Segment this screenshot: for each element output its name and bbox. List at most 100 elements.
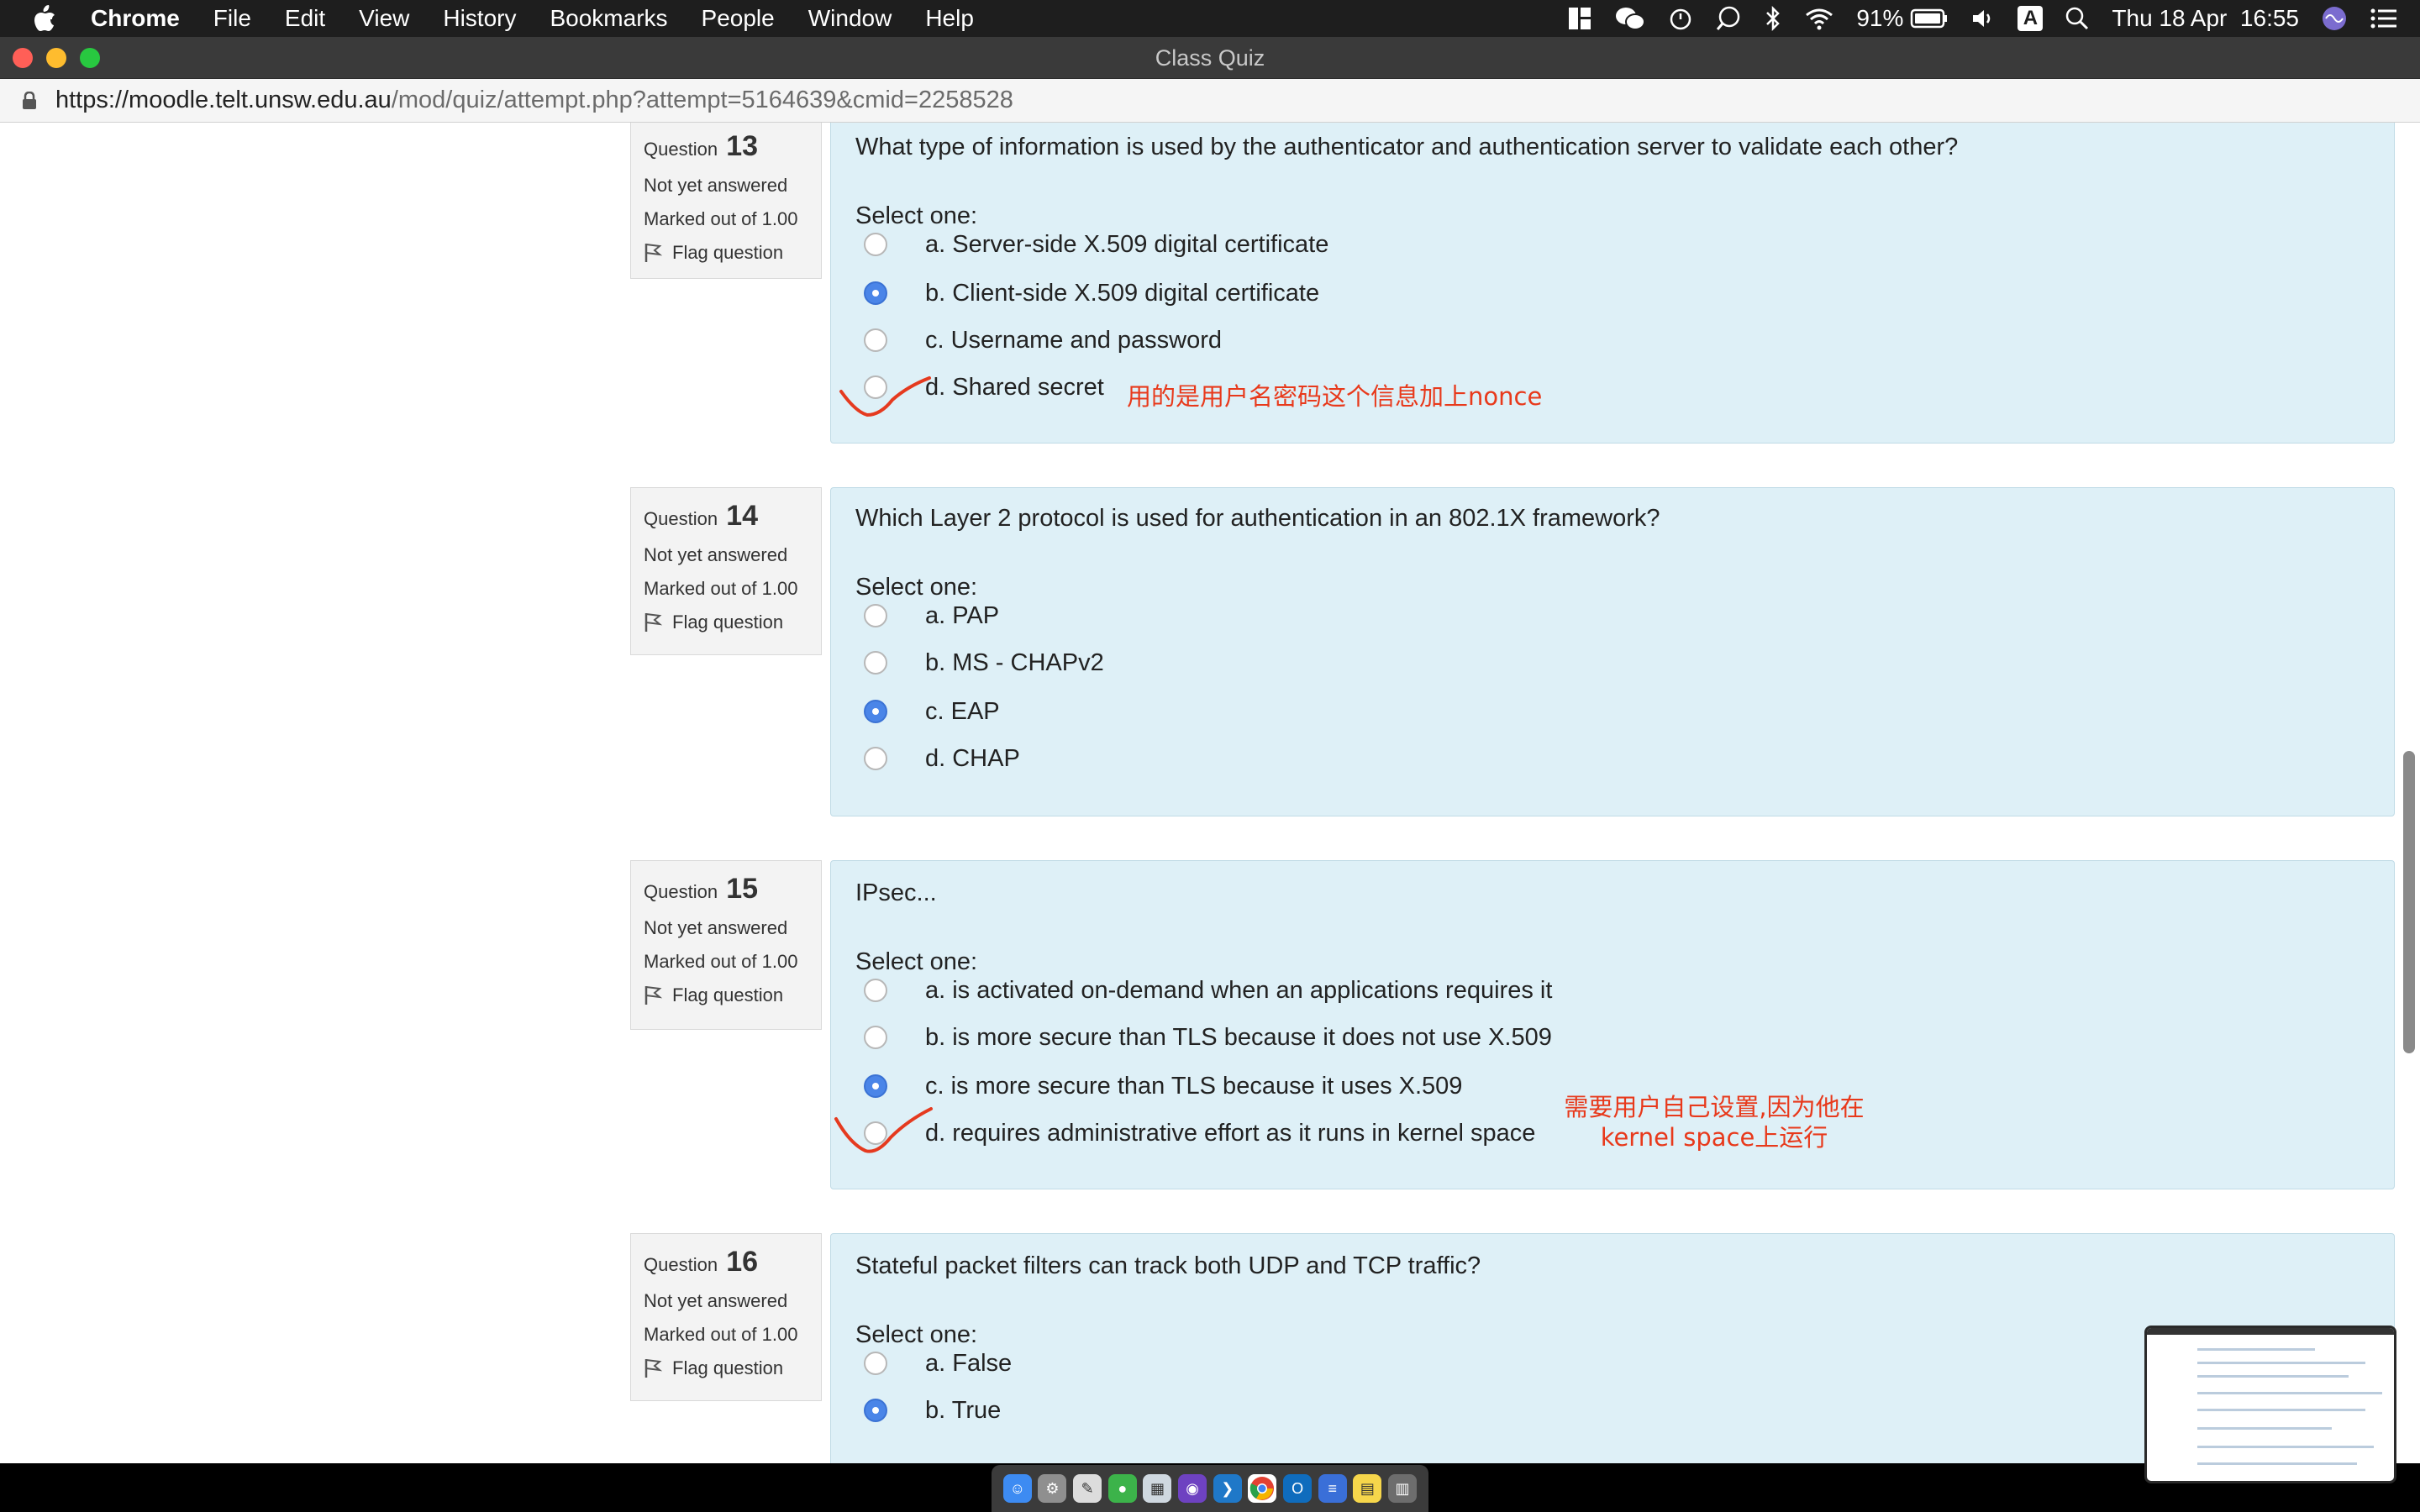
address-bar[interactable]: https://moodle.telt.unsw.edu.au/mod/quiz… — [0, 79, 2420, 123]
answer-option[interactable]: a. is activated on-demand when an applic… — [831, 967, 2396, 1014]
page-scrollbar-thumb[interactable] — [2403, 751, 2415, 1053]
radio-button-selected[interactable] — [864, 281, 887, 305]
menu-history[interactable]: History — [443, 5, 516, 32]
window-title-bar: Class Quiz — [0, 37, 2420, 79]
radio-button[interactable] — [864, 604, 887, 627]
menu-window[interactable]: Window — [808, 5, 892, 32]
spotlight-search-icon[interactable] — [2065, 6, 2090, 31]
annotation-note: 用的是用户名密码这个信息加上nonce — [1127, 382, 1543, 411]
vscode-dock-icon[interactable]: ❯ — [1213, 1474, 1242, 1503]
question-number: Question 13 — [644, 130, 759, 162]
answer-option[interactable]: b. is more secure than TLS because it do… — [831, 1014, 2396, 1061]
flag-icon — [644, 613, 662, 632]
answer-option[interactable]: d. Shared secret — [831, 364, 2396, 411]
flag-question-link[interactable]: Flag question — [644, 984, 808, 1006]
window-close-button[interactable] — [13, 48, 33, 68]
outlook-dock-icon[interactable]: O — [1283, 1474, 1313, 1503]
question-state: Not yet answered — [644, 544, 788, 565]
question-state: Not yet answered — [644, 175, 788, 196]
answer-option[interactable]: b. Client-side X.509 digital certificate — [831, 270, 2396, 317]
notification-center-icon[interactable] — [2370, 8, 2398, 29]
apple-menu-icon[interactable] — [32, 4, 66, 33]
radio-button-selected[interactable] — [864, 700, 887, 723]
radio-button[interactable] — [864, 747, 887, 770]
layout-app-icon[interactable] — [1567, 6, 1592, 31]
window-title: Class Quiz — [1155, 45, 1265, 71]
stickies-dock-icon[interactable]: ▤ — [1353, 1474, 1382, 1503]
radio-button[interactable] — [864, 1352, 887, 1375]
battery-icon[interactable] — [1910, 8, 1949, 29]
bluetooth-icon[interactable] — [1764, 5, 1782, 32]
github-dock-icon[interactable]: ◉ — [1178, 1474, 1207, 1503]
macos-dock: ☺ ⚙ ✎ ● ▦ ◉ ❯ O ≡ ▤ ▥ — [992, 1465, 1428, 1512]
menu-help[interactable]: Help — [925, 5, 974, 32]
menu-people[interactable]: People — [702, 5, 775, 32]
radio-button[interactable] — [864, 651, 887, 675]
question-text: Stateful packet filters can track both U… — [855, 1252, 1481, 1279]
window-minimize-button[interactable] — [46, 48, 66, 68]
answer-option[interactable]: a. PAP — [831, 592, 2396, 639]
question-info-13: Question 13 Not yet answered Marked out … — [630, 123, 822, 279]
flag-question-link[interactable]: Flag question — [644, 612, 808, 633]
macos-menu-bar: Chrome File Edit View History Bookmarks … — [0, 0, 2420, 37]
question-info-16: Question 16 Not yet answered Marked out … — [630, 1233, 822, 1401]
siri-icon[interactable] — [2321, 5, 2348, 32]
clock[interactable]: Thu 18 Apr 16:55 — [2112, 5, 2299, 32]
question-info-15: Question 15 Not yet answered Marked out … — [630, 860, 822, 1030]
answer-option[interactable]: c. EAP — [831, 688, 2396, 735]
answer-option[interactable]: c. Username and password — [831, 317, 2396, 364]
radio-button[interactable] — [864, 1026, 887, 1049]
question-box-13: What type of information is used by the … — [830, 123, 2395, 444]
answer-option[interactable]: b. MS - CHAPv2 — [831, 639, 2396, 686]
trash-icon[interactable]: ▥ — [1388, 1474, 1418, 1503]
question-text: What type of information is used by the … — [855, 134, 1959, 160]
input-source-badge[interactable]: A — [2018, 6, 2044, 31]
flag-question-link[interactable]: Flag question — [644, 1357, 808, 1379]
menu-file[interactable]: File — [213, 5, 251, 32]
question-number: Question 16 — [644, 1246, 759, 1278]
question-marks: Marked out of 1.00 — [644, 578, 798, 599]
flag-icon — [644, 244, 662, 262]
question-marks: Marked out of 1.00 — [644, 208, 798, 229]
wechat-icon[interactable] — [1614, 5, 1646, 32]
annotation-checkmark-q13 — [839, 376, 931, 417]
notes-app-dock-icon[interactable]: ≡ — [1318, 1474, 1347, 1503]
annotation-note-line2: kernel space上运行 — [1600, 1123, 1828, 1152]
timer-icon[interactable] — [1668, 6, 1693, 31]
question-info-14: Question 14 Not yet answered Marked out … — [630, 487, 822, 655]
wechat-dock-icon[interactable]: ● — [1107, 1474, 1137, 1503]
window-maximize-button[interactable] — [80, 48, 100, 68]
question-marks: Marked out of 1.00 — [644, 951, 798, 972]
lock-icon[interactable] — [22, 91, 37, 110]
url-path: /mod/quiz/attempt.php?attempt=5164639&cm… — [391, 87, 1013, 113]
radio-button-selected[interactable] — [864, 1074, 887, 1098]
volume-icon[interactable] — [1970, 7, 1996, 30]
radio-button[interactable] — [864, 979, 887, 1002]
chrome-dock-icon[interactable] — [1248, 1474, 1277, 1503]
menu-edit[interactable]: Edit — [285, 5, 325, 32]
finder-icon[interactable]: ☺ — [1002, 1474, 1032, 1503]
radio-button[interactable] — [864, 328, 887, 352]
flag-question-link[interactable]: Flag question — [644, 242, 808, 264]
photos-dock-icon[interactable]: ▦ — [1143, 1474, 1172, 1503]
menu-bookmarks[interactable]: Bookmarks — [550, 5, 667, 32]
search-tool-icon[interactable] — [1715, 5, 1742, 32]
question-box-15: IPsec... Select one: a. is activated on-… — [830, 860, 2395, 1189]
radio-button-selected[interactable] — [864, 1399, 887, 1422]
menu-view[interactable]: View — [359, 5, 409, 32]
screenshot-thumbnail[interactable] — [2144, 1326, 2396, 1483]
radio-button[interactable] — [864, 233, 887, 256]
flag-icon — [644, 986, 662, 1005]
url-host: https://moodle.telt.unsw.edu.au — [55, 87, 392, 113]
wifi-icon[interactable] — [1804, 7, 1834, 30]
flag-icon — [644, 1359, 662, 1378]
menu-app-chrome[interactable]: Chrome — [91, 5, 180, 32]
system-preferences-icon[interactable]: ⚙ — [1038, 1474, 1067, 1503]
answer-option[interactable]: a. Server-side X.509 digital certificate — [831, 221, 2396, 268]
question-text: IPsec... — [855, 879, 937, 906]
answer-option[interactable]: d. CHAP — [831, 735, 2396, 782]
question-marks: Marked out of 1.00 — [644, 1324, 798, 1345]
preview-icon[interactable]: ✎ — [1073, 1474, 1102, 1503]
question-number: Question 15 — [644, 873, 759, 905]
annotation-checkmark-q15 — [834, 1107, 933, 1153]
